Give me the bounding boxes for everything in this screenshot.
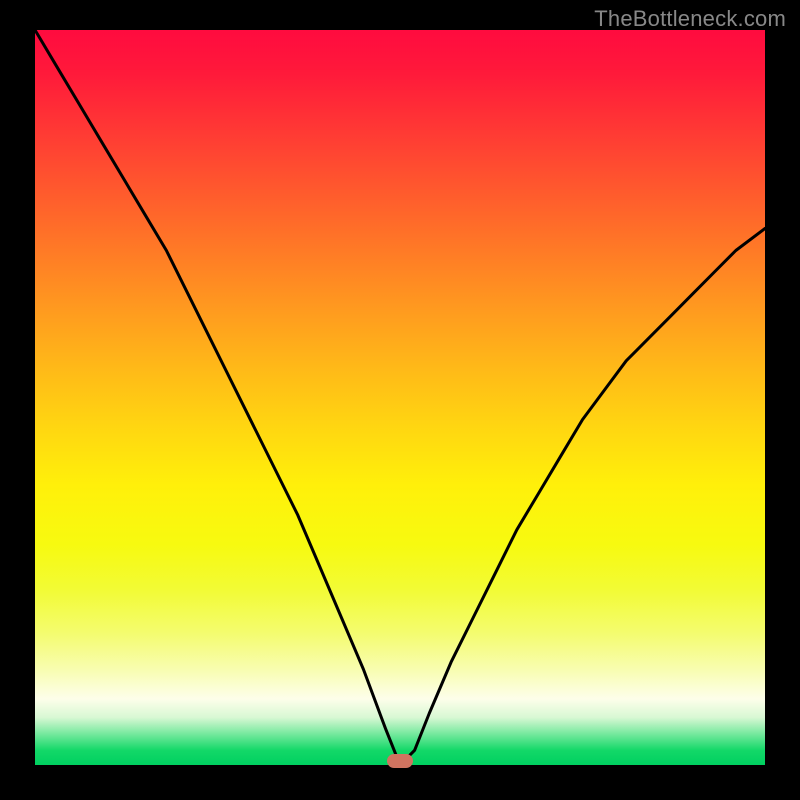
chart-frame: TheBottleneck.com xyxy=(0,0,800,800)
plot-area xyxy=(35,30,765,765)
bottleneck-curve xyxy=(35,30,765,765)
curve-path xyxy=(35,30,765,765)
balance-marker xyxy=(387,754,413,768)
watermark-text: TheBottleneck.com xyxy=(594,6,786,32)
